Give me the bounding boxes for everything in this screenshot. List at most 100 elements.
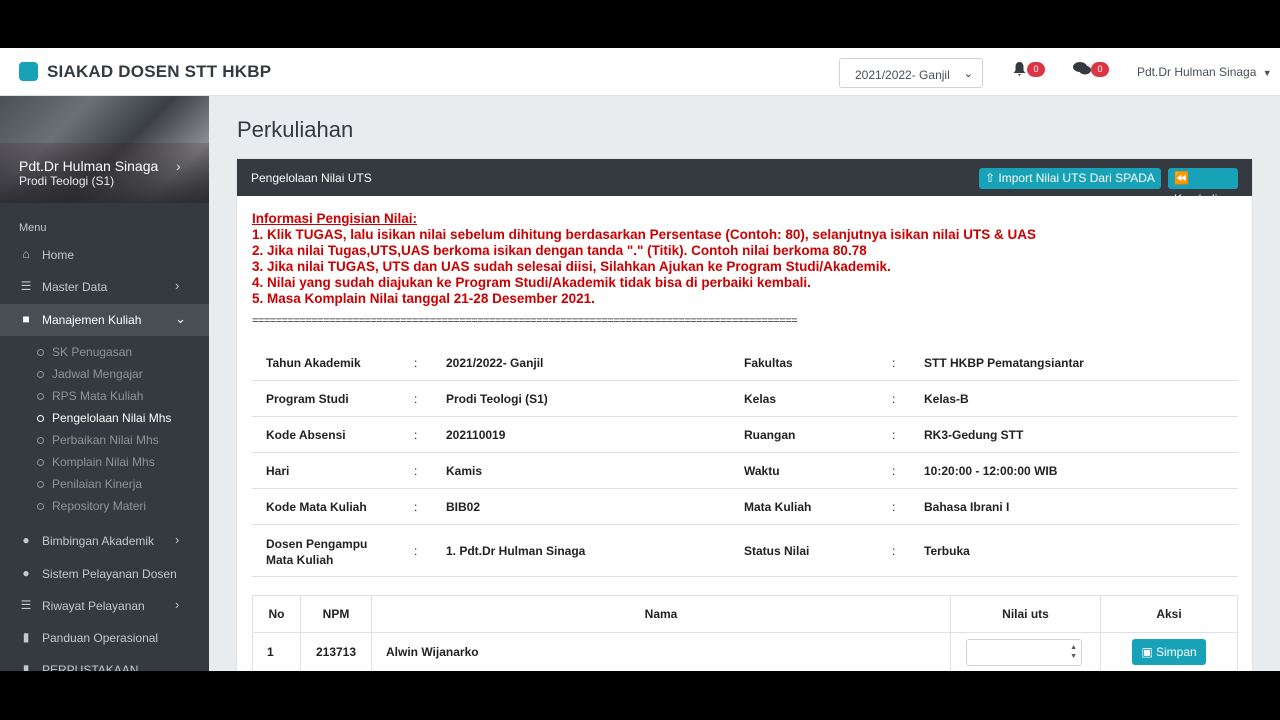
chevron-right-icon: › xyxy=(176,158,181,174)
detail-value: Kamis xyxy=(446,464,483,478)
cell-aksi: ▣ Simpan xyxy=(1100,632,1238,671)
chevron-right-icon: › xyxy=(175,597,180,612)
detail-value: RK3-Gedung STT xyxy=(924,428,1024,442)
profile-name: Pdt.Dr Hulman Sinaga xyxy=(19,158,159,174)
file-icon: ▮ xyxy=(22,630,30,644)
page-title: Perkuliahan xyxy=(237,117,354,142)
sidebar-subitem-pengelolaan-nilai[interactable]: Pengelolaan Nilai Mhs xyxy=(37,411,171,425)
detail-value: 202110019 xyxy=(446,428,506,442)
sidebar-item-home[interactable]: ⌂ Home xyxy=(0,239,209,271)
table-row: 1 213713 Alwin Wijanarko ▲ ▼ ▣ Simpan xyxy=(252,632,1238,671)
detail-label: Kode Mata Kuliah xyxy=(266,500,367,514)
user-dropdown[interactable]: Pdt.Dr Hulman Sinaga ▼ xyxy=(1137,65,1272,79)
circle-icon xyxy=(37,437,44,445)
detail-colon: : xyxy=(414,464,418,478)
notification-badge: 0 xyxy=(1027,62,1045,77)
table-header-row: No NPM Nama Nilai uts Aksi xyxy=(252,595,1238,633)
semester-select[interactable]: 2021/2022- Ganjil ⌄ xyxy=(839,58,983,88)
sidebar-subitem-label: Jadwal Mengajar xyxy=(52,367,143,381)
detail-colon: : xyxy=(414,356,418,370)
course-detail-table: Tahun Akademik : 2021/2022- Ganjil Fakul… xyxy=(252,345,1238,577)
import-spada-button[interactable]: ⇧ Import Nilai UTS Dari SPADA xyxy=(979,168,1161,189)
sidebar-subitem-komplain-nilai[interactable]: Komplain Nilai Mhs xyxy=(37,455,155,469)
notification-button[interactable]: 0 xyxy=(1013,62,1045,81)
sidebar-subitem-penilaian-kinerja[interactable]: Penilaian Kinerja xyxy=(37,477,142,491)
cell-nama: Alwin Wijanarko xyxy=(371,632,951,671)
app-frame: SIAKAD DOSEN STT HKBP 2021/2022- Ganjil … xyxy=(0,48,1280,671)
sidebar-subitem-sk-penugasan[interactable]: SK Penugasan xyxy=(37,345,132,359)
detail-label: Kode Absensi xyxy=(266,428,346,442)
sidebar-subitem-label: Penilaian Kinerja xyxy=(52,477,143,491)
sidebar-item-master-data[interactable]: ☰ Master Data › xyxy=(0,271,209,303)
column-header-nama: Nama xyxy=(371,595,951,633)
messages-badge: 0 xyxy=(1091,62,1109,77)
detail-row: Dosen Pengampu Mata Kuliah : 1. Pdt.Dr H… xyxy=(252,525,1238,577)
nilai-card: Pengelolaan Nilai UTS ⇧ Import Nilai UTS… xyxy=(237,159,1252,671)
chevron-down-icon: ⌄ xyxy=(963,68,973,80)
detail-value: Terbuka xyxy=(924,544,970,558)
file-icon: ▮ xyxy=(22,662,30,671)
people-icon: ● xyxy=(22,566,30,580)
circle-icon xyxy=(37,393,44,401)
detail-value: 1. Pdt.Dr Hulman Sinaga xyxy=(446,544,586,558)
sidebar-subitem-jadwal-mengajar[interactable]: Jadwal Mengajar xyxy=(37,367,143,381)
detail-value: BIB02 xyxy=(446,500,481,514)
sidebar-item-label: Bimbingan Akademik xyxy=(42,534,155,548)
separator-line: ========================================… xyxy=(252,315,798,327)
sidebar-item-label: Master Data xyxy=(42,280,108,294)
sidebar-item-sistem-pelayanan[interactable]: ● Sistem Pelayanan Dosen xyxy=(0,558,209,590)
home-icon: ⌂ xyxy=(22,247,30,261)
top-navbar: SIAKAD DOSEN STT HKBP 2021/2022- Ganjil … xyxy=(0,48,1280,96)
detail-value: STT HKBP Pematangsiantar xyxy=(924,356,1084,370)
sidebar-subitem-perbaikan-nilai[interactable]: Perbaikan Nilai Mhs xyxy=(37,433,159,447)
circle-icon xyxy=(37,349,44,357)
detail-label: Program Studi xyxy=(266,392,349,406)
info-line: 5. Masa Komplain Nilai tanggal 21-28 Des… xyxy=(252,291,595,306)
card-header: Pengelolaan Nilai UTS ⇧ Import Nilai UTS… xyxy=(237,159,1252,206)
sidebar-item-perpustakaan[interactable]: ▮ PERPUSTAKAAN xyxy=(0,654,209,671)
chevron-right-icon: › xyxy=(175,278,180,293)
sidebar-subitem-rps-mata-kuliah[interactable]: RPS Mata Kuliah xyxy=(37,389,143,403)
sidebar-item-label: Panduan Operasional xyxy=(42,631,159,645)
chevron-down-icon: ⌄ xyxy=(175,311,186,326)
caret-down-icon: ▼ xyxy=(1262,68,1272,78)
info-block: Informasi Pengisian Nilai: 1. Klik TUGAS… xyxy=(252,211,1036,307)
messages-button[interactable]: 0 xyxy=(1073,62,1109,81)
detail-row: Program Studi : Prodi Teologi (S1) Kelas… xyxy=(252,381,1238,417)
floppy-disk-icon: ▣ xyxy=(1141,645,1153,659)
nilai-uts-input[interactable]: ▲ ▼ xyxy=(966,638,1082,666)
list-icon: ☰ xyxy=(20,598,32,612)
detail-label: Dosen Pengampu Mata Kuliah xyxy=(266,537,368,567)
sidebar-profile[interactable]: Pdt.Dr Hulman Sinaga Prodi Teologi (S1) … xyxy=(0,96,209,203)
info-title: Informasi Pengisian Nilai: xyxy=(252,211,418,226)
save-label: Simpan xyxy=(1156,645,1197,659)
sidebar-subitem-repository-materi[interactable]: Repository Materi xyxy=(37,499,146,513)
column-header-no: No xyxy=(252,595,301,633)
comments-icon xyxy=(1073,62,1091,75)
sidebar-item-label: PERPUSTAKAAN xyxy=(42,663,139,671)
semester-select-value: 2021/2022- Ganjil xyxy=(855,68,950,82)
sidebar-subitem-label: Repository Materi xyxy=(52,499,147,513)
detail-colon: : xyxy=(414,544,418,558)
info-line: 3. Jika nilai TUGAS, UTS dan UAS sudah s… xyxy=(252,259,891,274)
detail-label: Hari xyxy=(266,464,290,478)
save-button[interactable]: ▣ Simpan xyxy=(1132,639,1206,665)
sidebar-item-riwayat-pelayanan[interactable]: ☰ Riwayat Pelayanan › xyxy=(0,590,209,622)
detail-row: Kode Mata Kuliah : BIB02 Mata Kuliah : B… xyxy=(252,489,1238,525)
sidebar-subitem-label: Komplain Nilai Mhs xyxy=(52,455,155,469)
sidebar-subitem-label: SK Penugasan xyxy=(52,345,133,359)
detail-row: Tahun Akademik : 2021/2022- Ganjil Fakul… xyxy=(252,345,1238,381)
detail-value: Bahasa Ibrani I xyxy=(924,500,1010,514)
sidebar-item-manajemen-kuliah[interactable]: ■ Manajemen Kuliah ⌄ xyxy=(0,304,209,336)
detail-colon: : xyxy=(892,544,896,558)
brand-title[interactable]: SIAKAD DOSEN STT HKBP xyxy=(47,62,271,82)
detail-label: Kelas xyxy=(744,392,777,406)
circle-icon xyxy=(37,371,44,379)
cell-no: 1 xyxy=(252,632,301,671)
back-button[interactable]: ⏪ Kembali xyxy=(1168,168,1238,206)
detail-value: Prodi Teologi (S1) xyxy=(446,392,548,406)
sidebar-item-panduan-operasional[interactable]: ▮ Panduan Operasional xyxy=(0,622,209,654)
sidebar-item-bimbingan-akademik[interactable]: ● Bimbingan Akademik › xyxy=(0,525,209,557)
stepper-arrows-icon[interactable]: ▲ ▼ xyxy=(1070,643,1077,661)
users-icon: ● xyxy=(22,533,30,547)
